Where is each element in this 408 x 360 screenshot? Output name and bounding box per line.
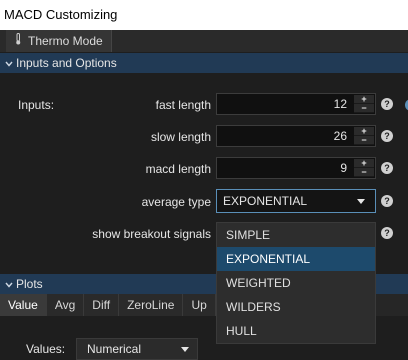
slow-length-stepper[interactable]: + −	[354, 127, 374, 145]
chevron-down-icon	[2, 274, 16, 294]
average-type-dropdown: SIMPLE EXPONENTIAL WEIGHTED WILDERS HULL	[216, 222, 376, 344]
average-type-select[interactable]: EXPONENTIAL	[216, 189, 376, 213]
fast-length-label: fast length	[155, 98, 211, 112]
values-select[interactable]: Numerical	[76, 338, 198, 360]
values-label: Values:	[26, 342, 66, 356]
help-icon[interactable]: ?	[381, 162, 393, 174]
fast-length-field[interactable]: 12 + −	[216, 93, 376, 115]
macd-length-stepper[interactable]: + −	[354, 159, 374, 177]
thermo-mode-label: Thermo Mode	[28, 34, 103, 48]
help-icon[interactable]: ?	[381, 195, 393, 207]
help-icon[interactable]: ?	[381, 98, 393, 110]
slow-length-field[interactable]: 26 + −	[216, 125, 376, 147]
slow-length-value[interactable]: 26	[334, 126, 347, 146]
tab-diff[interactable]: Diff	[84, 294, 120, 316]
thermo-mode-button[interactable]: Thermo Mode	[6, 30, 112, 52]
dropdown-option[interactable]: SIMPLE	[217, 223, 375, 247]
caret-down-icon	[181, 347, 189, 352]
toolbar: Thermo Mode	[0, 30, 408, 52]
dropdown-option[interactable]: HULL	[217, 319, 375, 343]
help-icon[interactable]: ?	[381, 227, 393, 239]
decrement-icon[interactable]: −	[354, 104, 374, 113]
inputs-section-title: Inputs and Options	[16, 56, 117, 70]
tab-up[interactable]: Up	[183, 294, 216, 316]
dropdown-option[interactable]: WEIGHTED	[217, 271, 375, 295]
macd-length-label: macd length	[145, 162, 211, 176]
decrement-icon[interactable]: −	[354, 136, 374, 145]
inputs-section-header[interactable]: Inputs and Options	[0, 53, 408, 73]
window-title: MACD Customizing	[0, 0, 408, 30]
average-type-label: average type	[141, 195, 211, 209]
caret-down-icon	[357, 199, 365, 204]
help-icon[interactable]: ?	[381, 130, 393, 142]
chevron-down-icon	[2, 53, 16, 73]
values-select-value: Numerical	[87, 342, 142, 356]
tab-zeroline[interactable]: ZeroLine	[119, 294, 184, 316]
decrement-icon[interactable]: −	[354, 168, 374, 177]
fast-length-value[interactable]: 12	[334, 94, 347, 114]
macd-length-field[interactable]: 9 + −	[216, 157, 376, 179]
fast-length-stepper[interactable]: + −	[354, 95, 374, 113]
breakout-signals-label: show breakout signals	[92, 227, 211, 241]
tab-avg[interactable]: Avg	[46, 294, 85, 316]
plots-section-title: Plots	[16, 277, 43, 291]
inputs-label: Inputs:	[18, 98, 55, 112]
slow-length-label: slow length	[150, 130, 211, 144]
thermometer-icon	[14, 30, 24, 52]
average-type-value: EXPONENTIAL	[223, 194, 308, 208]
tab-value[interactable]: Value	[0, 294, 47, 316]
dropdown-option[interactable]: WILDERS	[217, 295, 375, 319]
macd-length-value[interactable]: 9	[340, 158, 347, 178]
dropdown-option-selected[interactable]: EXPONENTIAL	[217, 247, 375, 271]
